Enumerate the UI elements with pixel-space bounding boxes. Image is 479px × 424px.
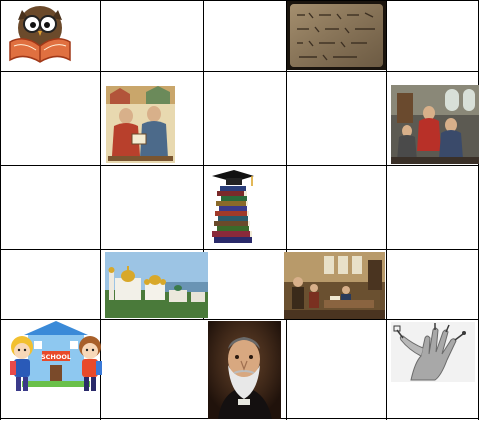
grid-line [386,0,387,420]
cuneiform-tablet-icon[interactable] [287,1,386,70]
monks-study-icon[interactable] [391,85,479,164]
golden-domes-icon[interactable] [105,252,208,318]
grid-line [0,165,479,166]
picture-grid-board: SCHOOL [0,0,479,424]
grid-line [0,71,479,72]
scribes-miniature-icon[interactable] [106,86,175,163]
grid-line [0,0,1,420]
scholar-portrait-icon[interactable] [208,321,281,419]
classroom-scene-icon[interactable] [284,252,385,319]
books-stack-cap-icon[interactable] [208,168,256,248]
hand-pens-icon[interactable] [391,322,475,382]
grid-line [0,249,479,250]
grid-line [0,319,479,320]
school-kids-icon[interactable]: SCHOOL [8,321,104,398]
owl-with-book-icon[interactable] [4,2,76,66]
grid-line [0,0,479,1]
school-sign-label: SCHOOL [41,353,71,361]
